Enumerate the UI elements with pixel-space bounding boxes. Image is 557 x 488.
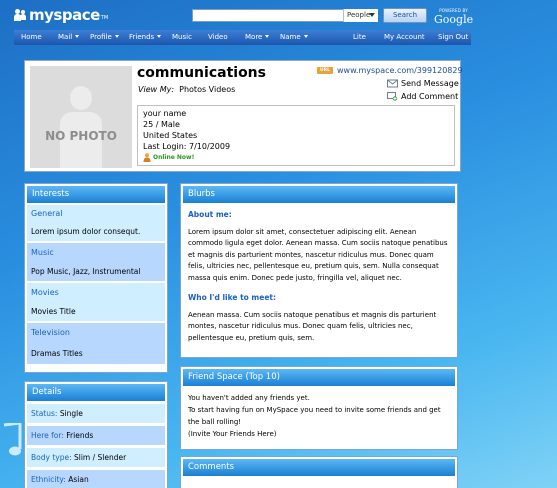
photos-videos-link[interactable]: Photos Videos [179, 85, 235, 94]
powered-by-google: POWERED BY Google [434, 8, 473, 26]
detail-value: Single [59, 409, 83, 418]
details-title: Details [27, 384, 165, 401]
blurbs-body: About me: Lorem ipsum dolor sit amet, co… [183, 203, 455, 344]
interest-label-music: Music [27, 243, 165, 263]
about-me-text: Lorem ipsum dolor sit amet, consectetuer… [188, 227, 448, 282]
nav-name[interactable]: Name [280, 33, 308, 41]
details-box: Details Status: Single Here for: Friends… [24, 381, 168, 488]
search-button[interactable]: Search [383, 8, 427, 23]
interests-title: Interests [27, 186, 165, 203]
detail-value: Slim / Slender [74, 453, 127, 462]
send-message-button[interactable]: Send Message [387, 79, 459, 88]
send-message-label: Send Message [401, 79, 459, 88]
interest-label-television: Television [27, 323, 165, 343]
nav-home[interactable]: Home [21, 33, 42, 41]
profile-location: United States [143, 131, 198, 140]
myspace-logo[interactable]: myspace TM [14, 6, 108, 24]
chevron-down-icon [265, 35, 270, 38]
blurbs-box: Blurbs About me: Lorem ipsum dolor sit a… [180, 183, 458, 358]
view-my-links: View My: Photos Videos [138, 85, 235, 94]
interests-box: Interests General Lorem ipsum dolor cons… [24, 183, 168, 373]
chevron-down-icon [157, 35, 162, 38]
interest-label-movies: Movies [27, 283, 165, 303]
comment-icon [387, 92, 398, 101]
nav-music[interactable]: Music [172, 33, 192, 41]
avatar-head-silhouette [70, 86, 92, 110]
nav-profile[interactable]: Profile [90, 33, 119, 41]
add-comment-button[interactable]: Add Comment [387, 92, 458, 101]
interest-value-music: Pop Music, Jazz, Instrumental [27, 263, 165, 281]
add-comment-label: Add Comment [401, 92, 459, 101]
profile-name: communications [137, 65, 266, 81]
no-photo-label: NO PHOTO [45, 129, 117, 143]
profile-card: NO PHOTO communications View My: Photos … [24, 60, 463, 172]
music-note-icon [3, 423, 22, 456]
who-to-meet-text: Aenean massa. Cum sociis natoque penatib… [188, 310, 437, 342]
detail-key: Ethnicity: [31, 475, 66, 484]
chevron-down-icon [303, 35, 308, 38]
no-friends-text: You haven't added any friends yet. [188, 394, 310, 402]
profile-display-name: your name [143, 109, 187, 118]
friend-space-body: You haven't added any friends yet. To st… [183, 386, 455, 440]
about-me-heading: About me: [188, 210, 232, 219]
detail-key: Status: [31, 409, 58, 418]
online-person-icon [143, 153, 151, 162]
logo-text: myspace [29, 6, 100, 24]
nav-sign-out[interactable]: Sign Out [438, 33, 468, 41]
invite-friends-link[interactable]: (Invite Your Friends Here) [188, 428, 450, 440]
profile-last-login: Last Login: 7/10/2009 [143, 142, 231, 151]
view-my-label: View My: [138, 85, 175, 94]
nav-video[interactable]: Video [208, 33, 228, 41]
detail-key: Body type: [31, 453, 72, 462]
logo-trademark: TM [100, 15, 109, 21]
nav-friends[interactable]: Friends [129, 33, 162, 41]
detail-row-here-for: Here for: Friends [27, 426, 165, 445]
interest-value-television: Dramas Titles [27, 343, 165, 364]
online-now-label: Online Now! [153, 154, 195, 161]
main-nav: Home Mail Profile Friends Music Video Mo… [14, 30, 471, 45]
invite-prompt-text: To start having fun on MySpace you need … [188, 406, 441, 426]
profile-url-link[interactable]: www.myspace.com/399120829 [337, 66, 463, 75]
profile-photo-placeholder[interactable]: NO PHOTO [30, 66, 132, 168]
comments-title: Comments [183, 459, 455, 476]
google-logo: Google [434, 13, 474, 26]
detail-value: Asian [68, 475, 89, 484]
nav-lite[interactable]: Lite [353, 33, 366, 41]
comments-box: Comments [180, 456, 458, 488]
search-scope-select[interactable]: People [343, 9, 378, 22]
url-badge: URL [317, 67, 333, 74]
chevron-down-icon [75, 35, 80, 38]
friend-space-title: Friend Space (Top 10) [183, 369, 455, 386]
interest-value-movies: Movies Title [27, 303, 165, 321]
friend-space-box: Friend Space (Top 10) You haven't added … [180, 366, 458, 450]
online-now-badge: Online Now! [143, 152, 454, 163]
profile-age-gender: 25 / Male [143, 120, 180, 129]
interest-value-general: Lorem ipsum dolor consequt. [27, 223, 165, 241]
detail-row-body-type: Body type: Slim / Slender [27, 448, 165, 467]
nav-my-account[interactable]: My Account [384, 33, 425, 41]
search-scope-value: People [347, 11, 371, 19]
nav-more[interactable]: More [245, 33, 270, 41]
nav-mail[interactable]: Mail [58, 33, 80, 41]
profile-info-box: your name 25 / Male United States Last L… [137, 105, 455, 166]
mail-icon [387, 79, 398, 88]
top-header: myspace TM People Search POWERED BY Goog… [0, 0, 557, 30]
myspace-people-icon [14, 8, 28, 22]
chevron-down-icon [369, 13, 375, 17]
interest-label-general: General [27, 205, 165, 223]
blurbs-title: Blurbs [183, 186, 455, 203]
who-to-meet-heading: Who I'd like to meet: [188, 293, 276, 302]
detail-row-status: Status: Single [27, 404, 165, 423]
detail-row-ethnicity: Ethnicity: Asian [27, 470, 165, 488]
detail-key: Here for: [31, 431, 64, 440]
detail-value: Friends [66, 431, 94, 440]
chevron-down-icon [114, 35, 119, 38]
